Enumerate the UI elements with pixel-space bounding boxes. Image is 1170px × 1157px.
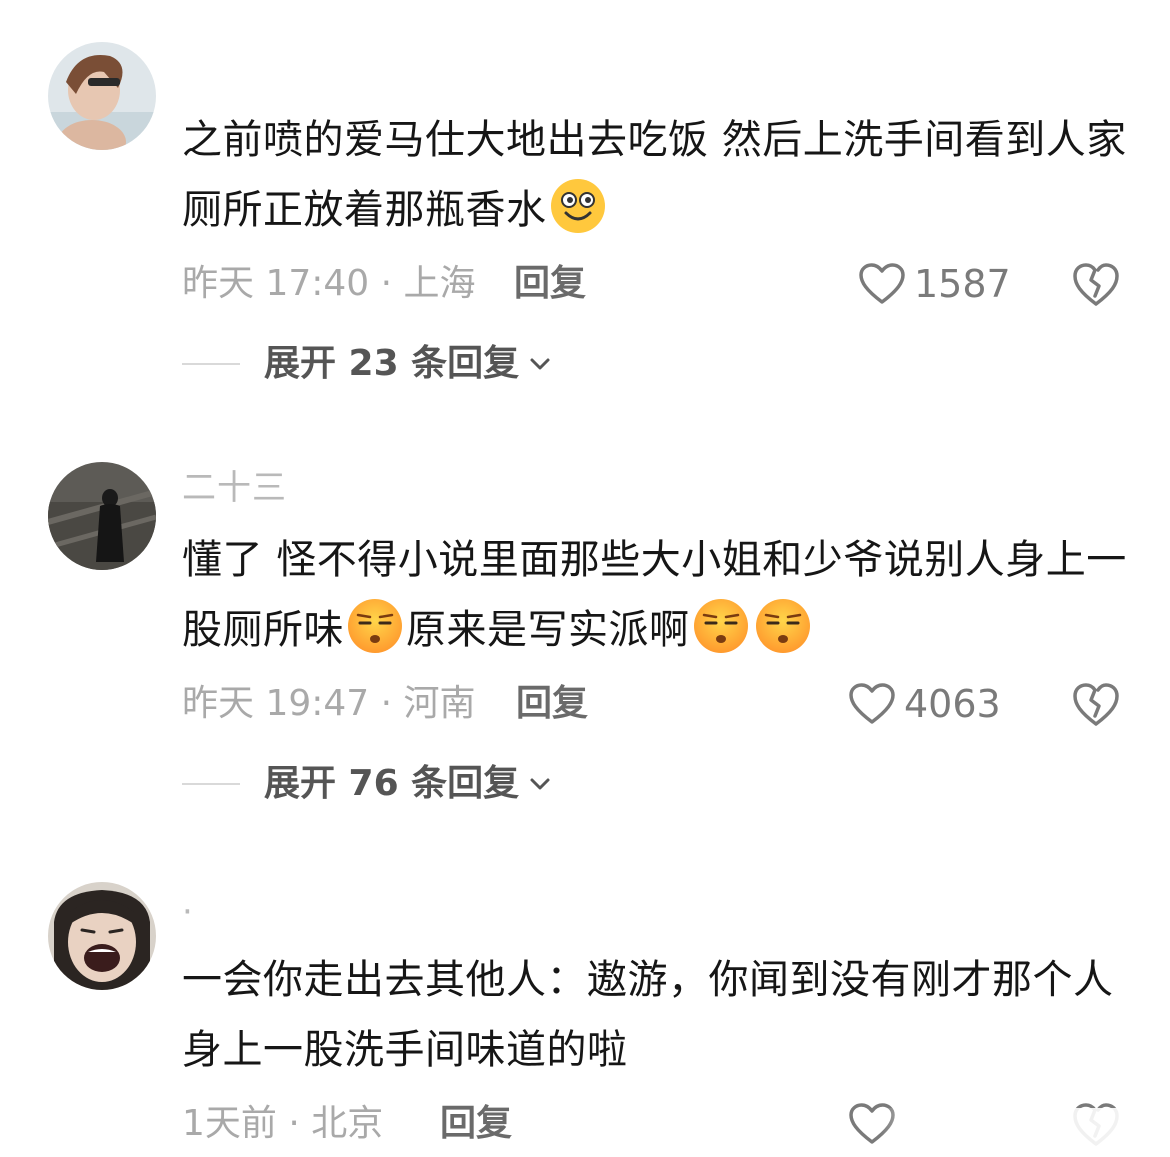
reply-button[interactable]: 回复 xyxy=(514,262,586,306)
chevron-down-icon xyxy=(530,778,550,790)
chevron-down-icon xyxy=(530,358,550,370)
comment-body-cont: 原来是写实派啊 xyxy=(406,607,690,653)
broken-heart-icon xyxy=(1073,683,1119,726)
heart-icon xyxy=(849,683,895,724)
avatar[interactable] xyxy=(48,882,156,990)
watermark xyxy=(880,1108,1170,1157)
unamused-emoji-icon xyxy=(692,597,750,655)
like-count: 1587 xyxy=(914,262,1011,306)
like-count: 4063 xyxy=(904,682,1001,726)
username[interactable]: 二十三 xyxy=(182,468,287,508)
comment-text: 懂了 怪不得小说里面那些大小姐和少爷说别人身上一股厕所味 原来是写实派啊 xyxy=(182,525,1132,665)
comment-body: 之前喷的爱马仕大地出去吃饭 然后上洗手间看到人家厕所正放着那瓶香水 xyxy=(182,117,1127,233)
comment-text: 一会你走出去其他人：遨游，你闻到没有刚才那个人身上一股洗手间味道的啦 xyxy=(182,945,1132,1085)
reply-button[interactable]: 回复 xyxy=(440,1102,512,1146)
comment-meta: 昨天 17:40 · 上海 xyxy=(182,263,476,304)
broken-heart-icon xyxy=(1073,263,1119,306)
unamused-emoji-icon xyxy=(754,597,812,655)
divider xyxy=(182,783,240,785)
comment-meta: 1天前 · 北京 xyxy=(182,1103,384,1144)
comment-text: 之前喷的爱马仕大地出去吃饭 然后上洗手间看到人家厕所正放着那瓶香水 xyxy=(182,105,1132,245)
like-button[interactable]: 1587 xyxy=(858,262,1011,306)
heart-icon xyxy=(859,263,905,304)
unamused-emoji-icon xyxy=(346,597,404,655)
expand-replies[interactable]: 展开 76 条回复 xyxy=(182,762,553,806)
avatar[interactable] xyxy=(48,42,156,150)
username[interactable]: · xyxy=(182,892,194,932)
expand-label: 展开 76 条回复 xyxy=(264,763,520,804)
like-button[interactable]: 4063 xyxy=(848,682,1001,726)
grin-emoji-icon xyxy=(549,177,607,235)
expand-label: 展开 23 条回复 xyxy=(264,343,520,384)
expand-replies[interactable]: 展开 23 条回复 xyxy=(182,342,553,386)
comment-meta: 昨天 19:47 · 河南 xyxy=(182,683,476,724)
dislike-button[interactable] xyxy=(1072,680,1120,728)
divider xyxy=(182,363,240,365)
dislike-button[interactable] xyxy=(1072,260,1120,308)
reply-button[interactable]: 回复 xyxy=(516,682,588,726)
avatar[interactable] xyxy=(48,462,156,570)
comment-body: 一会你走出去其他人：遨游，你闻到没有刚才那个人身上一股洗手间味道的啦 xyxy=(182,957,1114,1073)
